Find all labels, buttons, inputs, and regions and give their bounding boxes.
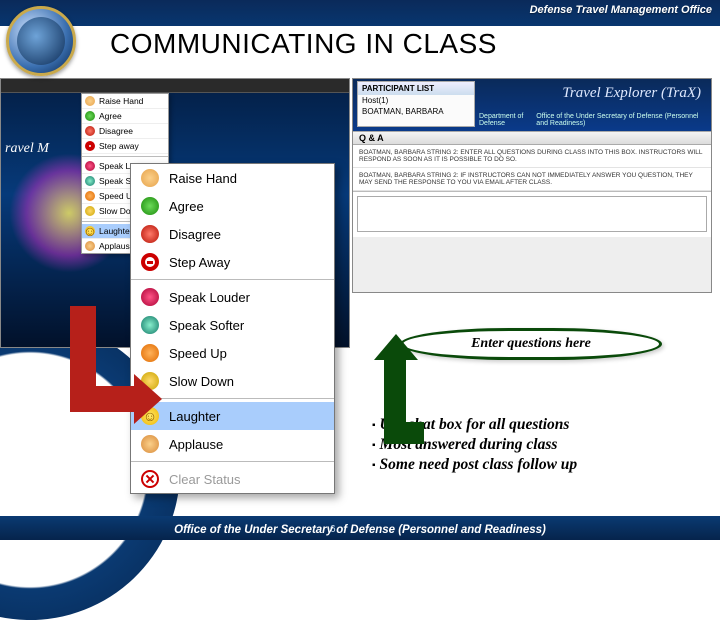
feedback-item-agree[interactable]: Agree (131, 192, 334, 220)
feedback-icon (85, 96, 95, 106)
feedback-dropdown[interactable]: Raise Hand Agree Disagree Step Away Speak Lo… (130, 163, 335, 494)
feedback-label: Disagree (169, 227, 221, 242)
right-screenshot: PARTICIPANT LIST Host(1) BOATMAN, BARBAR… (352, 78, 712, 293)
trax-title: Travel Explorer (TraX) (562, 85, 701, 102)
feedback-icon (141, 225, 159, 243)
qa-textbox[interactable] (357, 196, 707, 232)
feedback-icon (85, 206, 95, 216)
small-menu-item[interactable]: Step away (82, 139, 168, 154)
red-arrow (40, 306, 120, 426)
feedback-item-disagree[interactable]: Disagree (131, 220, 334, 248)
callout-enter-questions: Enter questions here (400, 328, 662, 360)
feedback-item-clear-status: Clear Status (131, 465, 334, 493)
feedback-label: Applause (169, 437, 223, 452)
feedback-label: Speak Softer (169, 318, 244, 333)
dod-seal (6, 6, 76, 76)
sub-right: Office of the Under Secretary of Defense… (536, 113, 705, 127)
slide-partial-text: ravel M (5, 141, 49, 157)
footer-text: Office of the Under Secretary of Defense… (0, 524, 720, 536)
feedback-label: Speak Louder (169, 290, 250, 305)
sub-left: Department of Defense (479, 113, 536, 127)
feedback-icon (85, 161, 95, 171)
office-name: Defense Travel Management Office (530, 4, 712, 16)
feedback-item-speak-softer[interactable]: Speak Softer (131, 311, 334, 339)
feedback-icon (141, 253, 159, 271)
feedback-label: Step Away (169, 255, 230, 270)
trax-subheader: Department of Defense Office of the Unde… (479, 113, 705, 127)
feedback-item-speed-up[interactable]: Speed Up (131, 339, 334, 367)
small-menu-item[interactable]: Raise Hand (82, 94, 168, 109)
feedback-icon (141, 197, 159, 215)
window-titlebar (1, 79, 349, 93)
feedback-item-applause[interactable]: Applause (131, 430, 334, 458)
feedback-label: Clear Status (169, 472, 241, 487)
feedback-icon (141, 435, 159, 453)
qa-bar: Q & A (353, 131, 711, 145)
feedback-label: Laughter (169, 409, 220, 424)
participant-row: Host(1) (358, 95, 474, 106)
feedback-icon (85, 111, 95, 121)
feedback-icon (85, 191, 95, 201)
small-menu-item[interactable]: Disagree (82, 124, 168, 139)
feedback-label: Raise Hand (169, 171, 237, 186)
slide: Defense Travel Management Office COMMUNI… (0, 0, 720, 540)
feedback-icon (141, 344, 159, 362)
feedback-icon (85, 241, 95, 251)
feedback-item-speak-louder[interactable]: Speak Louder (131, 283, 334, 311)
feedback-item-raise-hand[interactable]: Raise Hand (131, 164, 334, 192)
participant-panel: PARTICIPANT LIST Host(1) BOATMAN, BARBAR… (357, 81, 475, 127)
feedback-icon (85, 176, 95, 186)
feedback-icon (141, 316, 159, 334)
qa-label: Q & A (359, 133, 384, 143)
qa-message: BOATMAN, BARBARA STRING 2: IF INSTRUCTOR… (353, 168, 711, 191)
qa-input-area[interactable] (353, 191, 711, 237)
feedback-item-step-away[interactable]: Step Away (131, 248, 334, 276)
green-arrow (370, 334, 420, 444)
feedback-label: Agree (169, 199, 204, 214)
trax-header: PARTICIPANT LIST Host(1) BOATMAN, BARBAR… (353, 79, 711, 131)
feedback-label: Slow Down (169, 374, 234, 389)
feedback-icon (141, 169, 159, 187)
participant-header: PARTICIPANT LIST (358, 82, 474, 95)
page-title: COMMUNICATING IN CLASS (110, 28, 497, 60)
content-area: ravel M Raise HandAgreeDisagreeStep away… (0, 78, 720, 516)
qa-messages: BOATMAN, BARBARA STRING 2: ENTER ALL QUE… (353, 145, 711, 191)
small-menu-item[interactable]: Agree (82, 109, 168, 124)
callout-text: Enter questions here (471, 336, 591, 352)
qa-message: BOATMAN, BARBARA STRING 2: ENTER ALL QUE… (353, 145, 711, 168)
feedback-icon (85, 126, 95, 136)
bullet-item: Some need post class follow up (372, 456, 577, 476)
feedback-icon (141, 470, 159, 488)
feedback-label: Speed Up (169, 346, 227, 361)
participant-row: BOATMAN, BARBARA (358, 106, 474, 117)
feedback-icon (85, 141, 95, 151)
feedback-icon (85, 226, 95, 236)
feedback-icon (141, 288, 159, 306)
